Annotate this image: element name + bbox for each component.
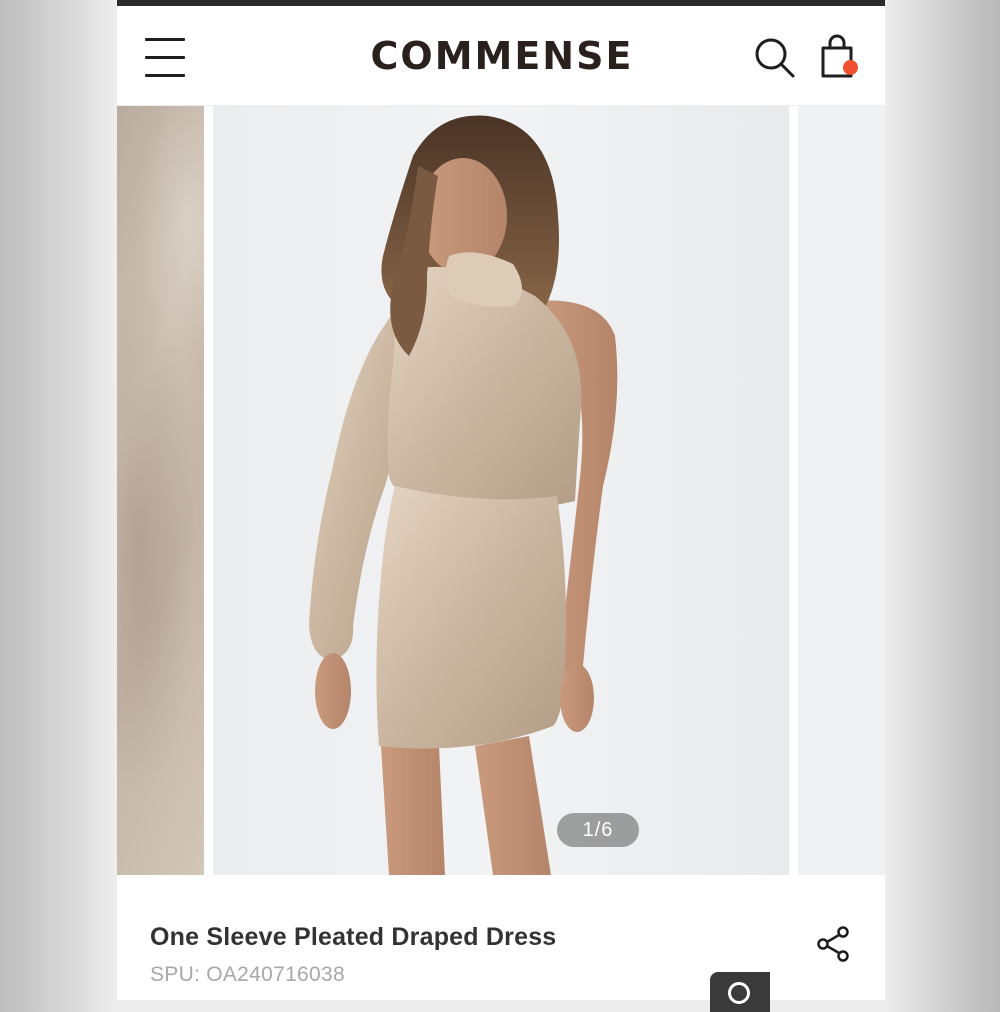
spu-value: OA240716038 <box>206 963 345 986</box>
search-button[interactable] <box>753 36 797 80</box>
next-slide-preview[interactable] <box>798 106 885 875</box>
chat-icon <box>728 982 750 1004</box>
shopping-bag-icon <box>821 34 853 78</box>
model-in-dress-image <box>309 115 618 875</box>
spu-label: SPU: <box>150 963 201 986</box>
hamburger-menu-icon-line <box>145 74 185 77</box>
hamburger-menu-icon-line <box>145 56 185 59</box>
hamburger-menu-icon <box>145 38 185 41</box>
product-spu: SPU: OA240716038 <box>150 963 345 987</box>
cart-button[interactable] <box>817 34 863 82</box>
share-icon <box>817 926 849 962</box>
product-image-carousel[interactable]: 1/6 <box>117 106 885 875</box>
search-icon <box>755 38 795 78</box>
site-header: COMMENSE <box>117 6 885 106</box>
previous-slide-fabric-closeup[interactable] <box>117 106 204 875</box>
floating-chat-button[interactable] <box>710 972 770 1012</box>
mobile-screen: COMMENSE 1/6 One Sleeve Pleated Draped D… <box>117 0 885 1000</box>
brand-logo[interactable]: COMMENSE <box>317 34 687 78</box>
menu-button[interactable] <box>143 38 187 80</box>
share-button[interactable] <box>815 925 851 963</box>
cart-badge <box>843 60 858 75</box>
product-image-main[interactable]: 1/6 <box>213 106 789 875</box>
slide-counter: 1/6 <box>557 813 639 847</box>
product-title: One Sleeve Pleated Draped Dress <box>150 923 557 951</box>
